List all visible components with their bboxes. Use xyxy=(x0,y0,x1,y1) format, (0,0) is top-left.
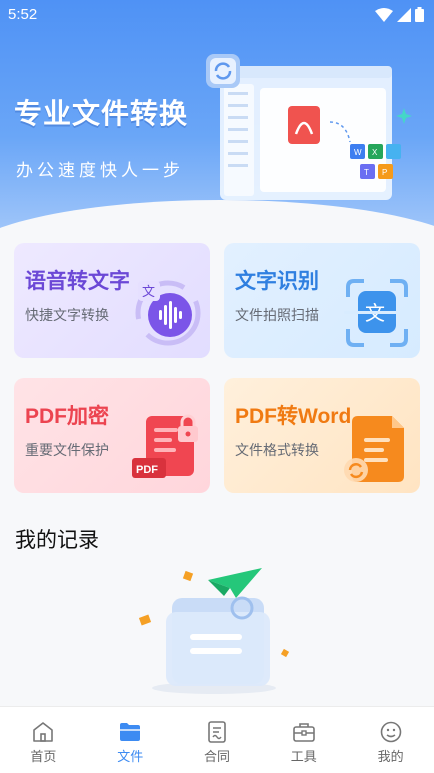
feature-title: 语音转文字 xyxy=(25,270,130,293)
hero-title: 专业文件转换 xyxy=(14,98,189,129)
feature-card-pdf-encrypt[interactable]: PDF加密 重要文件保护 PDF xyxy=(14,378,210,493)
feature-card-pdf-to-word[interactable]: PDF转Word 文件格式转换 xyxy=(224,378,420,493)
svg-text:X: X xyxy=(372,148,378,157)
feature-subtitle: 重要文件保护 xyxy=(25,442,109,458)
contract-icon xyxy=(208,721,226,743)
nav-item-tools[interactable]: 工具 xyxy=(260,707,347,773)
hero-subtitle: 办公速度快人一步 xyxy=(16,161,184,180)
svg-text:PDF: PDF xyxy=(136,464,158,476)
svg-text:T: T xyxy=(364,168,369,177)
file-convert-illustration: W X T P xyxy=(206,54,412,200)
feature-title: 文字识别 xyxy=(235,270,319,293)
empty-records-illustration xyxy=(138,568,290,694)
feature-title: PDF转Word xyxy=(235,405,352,428)
feature-subtitle: 文件格式转换 xyxy=(235,442,319,458)
feature-subtitle: 快捷文字转换 xyxy=(25,307,109,323)
status-icons xyxy=(375,7,424,22)
signal-icon xyxy=(397,7,411,22)
nav-label: 首页 xyxy=(30,749,57,764)
pdf-lock-icon: PDF xyxy=(132,414,198,478)
app-screen: 5:52 专业文件转换 办公速度快人一步 W X T P 语音转文字 快捷文字转… xyxy=(0,0,434,773)
nav-label: 工具 xyxy=(290,749,317,764)
profile-icon xyxy=(380,721,401,743)
document-convert-icon xyxy=(344,416,404,482)
feature-subtitle: 文件拍照扫描 xyxy=(235,307,319,323)
battery-icon xyxy=(415,7,424,22)
nav-item-contract[interactable]: 合同 xyxy=(174,707,261,773)
status-time: 5:52 xyxy=(8,6,38,23)
nav-label: 文件 xyxy=(117,749,144,764)
feature-card-voice-to-text[interactable]: 语音转文字 快捷文字转换 文 xyxy=(14,243,210,358)
nav-item-home[interactable]: 首页 xyxy=(0,707,87,773)
text-scan-icon: 文 xyxy=(344,279,410,347)
status-bar: 5:52 xyxy=(0,0,434,30)
home-icon xyxy=(33,722,54,742)
folder-icon xyxy=(120,723,141,741)
records-section-title: 我的记录 xyxy=(15,529,99,552)
voice-wave-icon: 文 xyxy=(135,280,201,346)
bottom-navigation: 首页 文件 合同 工具 我的 xyxy=(0,706,434,773)
nav-label: 合同 xyxy=(203,749,230,764)
wifi-icon xyxy=(375,7,393,22)
nav-label: 我的 xyxy=(377,749,404,764)
toolbox-icon xyxy=(292,723,315,742)
feature-title: PDF加密 xyxy=(25,405,109,428)
nav-item-files[interactable]: 文件 xyxy=(87,707,174,773)
feature-card-text-recognition[interactable]: 文字识别 文件拍照扫描 文 xyxy=(224,243,420,358)
hero-banner[interactable]: 5:52 专业文件转换 办公速度快人一步 W X T P xyxy=(0,0,434,248)
svg-text:P: P xyxy=(382,168,387,177)
svg-text:W: W xyxy=(354,148,362,157)
svg-text:文: 文 xyxy=(142,285,155,300)
nav-item-profile[interactable]: 我的 xyxy=(347,707,434,773)
